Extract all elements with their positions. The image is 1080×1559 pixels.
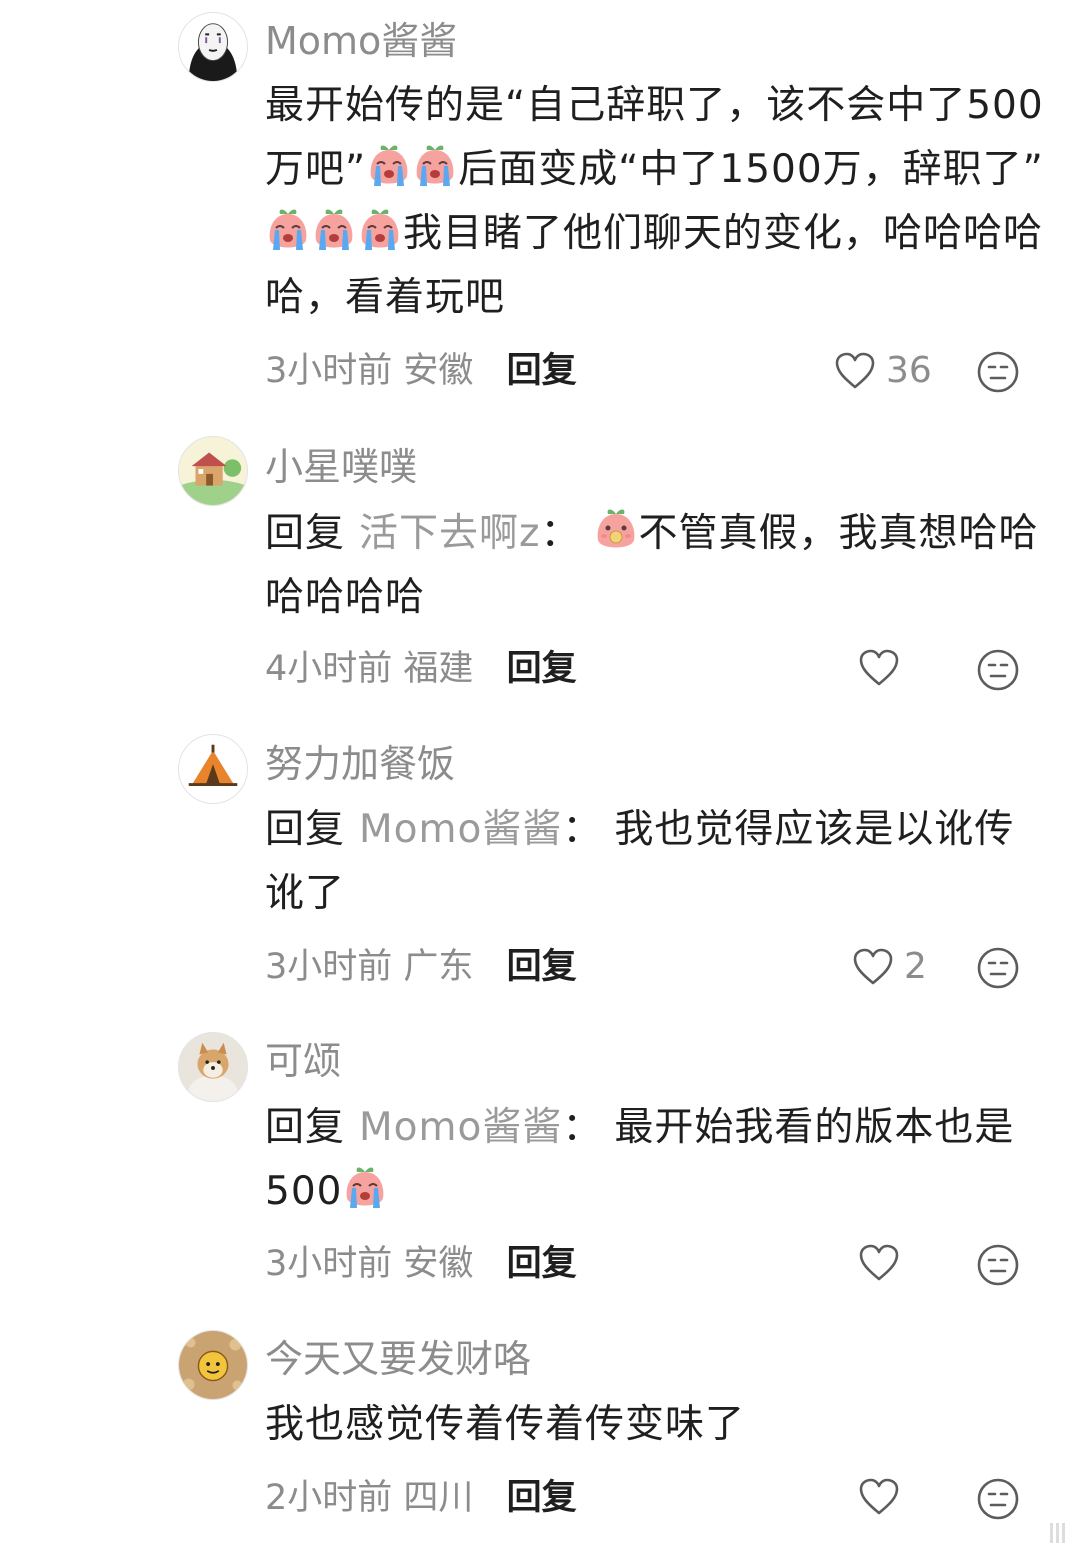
shiba-dog-avatar-icon bbox=[179, 1033, 247, 1101]
comment-meta: 3小时前 安徽 回复 bbox=[265, 354, 577, 389]
comment-location: 四川 bbox=[403, 1478, 474, 1518]
comment-meta: 2小时前 四川 回复 bbox=[265, 1481, 577, 1516]
like-button[interactable]: 2 bbox=[852, 946, 927, 987]
like-button[interactable] bbox=[858, 1477, 910, 1517]
eating-peach-emoji-icon bbox=[594, 506, 638, 554]
dislike-button[interactable] bbox=[976, 1243, 1020, 1287]
reply-prefix: 回复 bbox=[265, 511, 346, 556]
crying-peach-emoji-icon bbox=[367, 142, 411, 190]
reply-target-username[interactable]: Momo酱酱 bbox=[359, 1105, 562, 1150]
crying-peach-emoji-icon bbox=[413, 142, 457, 190]
comment-location: 广东 bbox=[403, 947, 474, 987]
user-avatar[interactable] bbox=[178, 734, 248, 804]
comment-time: 3小时前 bbox=[265, 351, 393, 391]
heart-icon bbox=[858, 648, 900, 688]
comment-location: 安徽 bbox=[403, 351, 474, 391]
reply-prefix: 回复 bbox=[265, 1105, 346, 1150]
heart-icon bbox=[858, 1477, 900, 1517]
username[interactable]: 可颂 bbox=[265, 1042, 341, 1080]
reply-prefix: 回复 bbox=[265, 807, 346, 852]
comment-location: 安徽 bbox=[403, 1244, 474, 1284]
comment-time: 2小时前 bbox=[265, 1478, 393, 1518]
comment-meta: 4小时前 福建 回复 bbox=[265, 652, 577, 687]
reply-button[interactable]: 回复 bbox=[507, 947, 577, 987]
comment-text: 回复 活下去啊z： 不管真假，我真想哈哈哈哈哈哈 bbox=[265, 502, 1045, 630]
meh-face-icon bbox=[976, 1243, 1020, 1287]
dislike-button[interactable] bbox=[976, 946, 1020, 990]
crying-peach-emoji-icon bbox=[343, 1164, 387, 1212]
user-avatar[interactable] bbox=[178, 436, 248, 506]
crying-peach-emoji-icon bbox=[266, 206, 310, 254]
reply-colon: ： bbox=[562, 807, 603, 852]
username[interactable]: 努力加餐饭 bbox=[265, 745, 455, 783]
meh-face-icon bbox=[976, 946, 1020, 990]
reply-button[interactable]: 回复 bbox=[507, 351, 577, 391]
reply-button[interactable]: 回复 bbox=[507, 649, 577, 689]
user-avatar[interactable] bbox=[178, 1032, 248, 1102]
comment-text-part: 后面变成“中了1500万，辞职了” bbox=[458, 147, 1044, 192]
like-button[interactable] bbox=[858, 1243, 910, 1283]
username[interactable]: 今天又要发财咯 bbox=[265, 1340, 531, 1378]
comment-text: 我也感觉传着传着传变味了 bbox=[265, 1393, 1045, 1457]
reply-target-username[interactable]: 活下去啊z bbox=[359, 511, 540, 556]
like-count: 36 bbox=[886, 350, 932, 391]
comment-time: 3小时前 bbox=[265, 947, 393, 987]
comment-time: 4小时前 bbox=[265, 649, 393, 689]
reply-target-username[interactable]: Momo酱酱 bbox=[359, 807, 562, 852]
watermark-icon bbox=[1050, 1523, 1065, 1543]
reply-colon: ： bbox=[562, 1105, 603, 1150]
reply-button[interactable]: 回复 bbox=[507, 1478, 577, 1518]
user-avatar[interactable] bbox=[178, 12, 248, 82]
dislike-button[interactable] bbox=[976, 648, 1020, 692]
comment-text: 最开始传的是“自己辞职了，该不会中了500万吧” 后面变成“中了1500万，辞职了… bbox=[265, 74, 1045, 330]
meh-face-icon bbox=[976, 648, 1020, 692]
heart-icon bbox=[834, 351, 876, 391]
crying-peach-emoji-icon bbox=[358, 206, 402, 254]
comment-meta: 3小时前 广东 回复 bbox=[265, 950, 577, 985]
tent-avatar-icon bbox=[179, 735, 247, 803]
cartoon-face-avatar-icon bbox=[179, 1331, 247, 1399]
cartoon-house-avatar-icon bbox=[179, 437, 247, 505]
heart-icon bbox=[858, 1243, 900, 1283]
like-button[interactable]: 36 bbox=[834, 350, 932, 391]
dislike-button[interactable] bbox=[976, 350, 1020, 394]
like-button[interactable] bbox=[858, 648, 910, 688]
meh-face-icon bbox=[976, 350, 1020, 394]
user-avatar[interactable] bbox=[178, 1330, 248, 1400]
comment-text: 回复 Momo酱酱： 我也觉得应该是以讹传讹了 bbox=[265, 798, 1045, 926]
comment-location: 福建 bbox=[403, 649, 474, 689]
comment-meta: 3小时前 安徽 回复 bbox=[265, 1247, 577, 1282]
like-count: 2 bbox=[904, 946, 927, 987]
crying-peach-emoji-icon bbox=[312, 206, 356, 254]
heart-icon bbox=[852, 947, 894, 987]
comment-text: 回复 Momo酱酱： 最开始我看的版本也是500 bbox=[265, 1096, 1045, 1224]
dislike-button[interactable] bbox=[976, 1477, 1020, 1521]
comment-time: 3小时前 bbox=[265, 1244, 393, 1284]
reply-button[interactable]: 回复 bbox=[507, 1244, 577, 1284]
no-face-mask-avatar-icon bbox=[179, 13, 247, 81]
username[interactable]: Momo酱酱 bbox=[265, 22, 457, 60]
reply-colon: ： bbox=[540, 511, 581, 556]
username[interactable]: 小星噗噗 bbox=[265, 448, 417, 486]
comment-text-part: 我也感觉传着传着传变味了 bbox=[265, 1402, 746, 1447]
meh-face-icon bbox=[976, 1477, 1020, 1521]
